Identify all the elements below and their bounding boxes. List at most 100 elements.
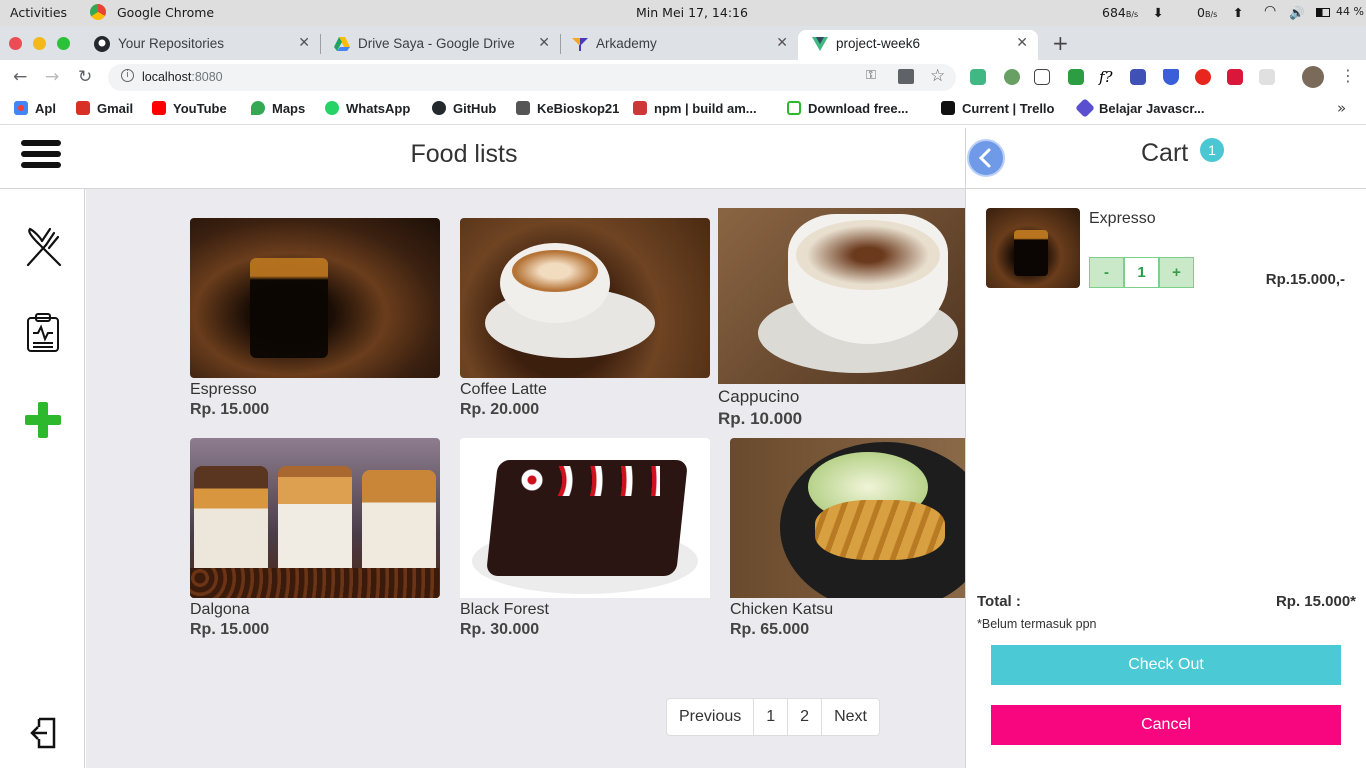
tab-google-drive[interactable]: Drive Saya - Google Drive ✕ <box>320 30 560 60</box>
food-card[interactable]: Cappucino Rp. 10.000 <box>718 208 965 429</box>
total-value: Rp. 15.000* <box>1275 593 1356 610</box>
app-root: Food lists Espresso Rp. 15.000 Coffee La… <box>0 128 1366 768</box>
arkademy-icon <box>572 38 588 51</box>
net-up-speed: 0B/s <box>1197 5 1218 20</box>
cart-back-button[interactable] <box>967 139 1005 177</box>
cart-panel: Cart 1 Expresso - 1 + Rp.15.000,- Total … <box>965 128 1366 768</box>
activities-button[interactable]: Activities <box>10 5 67 20</box>
next-page-button[interactable]: Next <box>822 699 879 735</box>
total-label: Total : <box>977 593 1021 610</box>
stamp-extension-icon[interactable] <box>1130 69 1146 85</box>
bookmark-maps[interactable]: Maps <box>251 101 305 116</box>
star-icon[interactable]: ☆ <box>930 66 945 86</box>
close-tab-icon[interactable]: ✕ <box>1016 34 1028 51</box>
checkout-button[interactable]: Check Out <box>991 645 1341 685</box>
address-bar[interactable]: i localhost:8080 ⚿ ☆ <box>108 64 956 91</box>
close-tab-icon[interactable]: ✕ <box>538 34 550 51</box>
battery-icon[interactable] <box>1316 8 1330 17</box>
system-top-bar: Activities Google Chrome Min Mei 17, 14:… <box>0 0 1366 26</box>
food-price: Rp. 65.000 <box>730 621 810 638</box>
food-image <box>718 208 965 384</box>
clipboard-report-icon[interactable] <box>26 313 60 353</box>
cart-item-image <box>986 208 1080 288</box>
bookmark-trello[interactable]: Current | Trello <box>941 101 1055 116</box>
pagination: Previous 1 2 Next <box>666 698 880 736</box>
color-picker-extension-icon[interactable] <box>1068 69 1084 85</box>
cart-count-badge: 1 <box>1200 138 1224 162</box>
cancel-button[interactable]: Cancel <box>991 705 1341 745</box>
food-image <box>190 438 440 598</box>
food-card[interactable]: Espresso Rp. 15.000 <box>190 218 440 419</box>
bookmark-github[interactable]: GitHub <box>432 101 496 116</box>
json-extension-icon[interactable] <box>1034 69 1050 85</box>
node-extension-icon[interactable] <box>1004 69 1020 85</box>
cart-item-name: Expresso <box>1089 210 1156 227</box>
decrease-qty-button[interactable]: - <box>1089 257 1124 288</box>
url-text: localhost:8080 <box>142 70 223 84</box>
bookmark-youtube[interactable]: YouTube <box>152 101 227 116</box>
food-card[interactable]: Chicken Katsu Rp. 65.000 <box>730 438 965 639</box>
cart-item: Expresso - 1 + <box>986 208 1194 288</box>
opera-extension-icon[interactable] <box>1195 69 1211 85</box>
profile-avatar[interactable] <box>1302 66 1324 88</box>
food-name: Chicken Katsu <box>730 601 834 618</box>
tab-your-repositories[interactable]: Your Repositories ✕ <box>80 30 320 60</box>
function-extension-icon[interactable]: f? <box>1099 69 1115 85</box>
food-card[interactable]: Coffee Latte Rp. 20.000 <box>460 218 710 419</box>
media-extension-icon[interactable] <box>1227 69 1243 85</box>
reload-icon[interactable]: ↻ <box>78 67 92 87</box>
bookmark-kebioskop21[interactable]: KeBioskop21 <box>516 101 619 116</box>
volume-icon[interactable]: 🔊 <box>1289 5 1305 21</box>
new-tab-plus-icon[interactable]: + <box>1052 31 1069 55</box>
bookmark-whatsapp[interactable]: WhatsApp <box>325 101 410 116</box>
food-card[interactable]: Dalgona Rp. 15.000 <box>190 438 440 639</box>
vue-devtools-extension-icon[interactable] <box>970 69 986 85</box>
food-name: Coffee Latte <box>460 381 547 398</box>
tab-project-week6[interactable]: project-week6 ✕ <box>798 30 1038 60</box>
net-down-speed: 684B/s <box>1102 5 1139 20</box>
translate-icon[interactable] <box>898 69 914 84</box>
previous-page-button[interactable]: Previous <box>667 699 755 735</box>
increase-qty-button[interactable]: + <box>1159 257 1194 288</box>
wifi-icon[interactable]: ◠ <box>1264 3 1276 19</box>
back-arrow-icon[interactable]: ← <box>13 67 27 87</box>
food-price: Rp. 15.000 <box>190 401 270 418</box>
add-plus-icon[interactable] <box>23 400 63 440</box>
react-extension-icon[interactable] <box>1259 69 1275 85</box>
forward-arrow-icon[interactable]: → <box>45 67 59 87</box>
app-header: Food lists <box>0 128 965 189</box>
clock[interactable]: Min Mei 17, 14:16 <box>636 5 748 20</box>
battery-percent: 44 % <box>1336 5 1364 18</box>
google-drive-icon <box>334 37 350 51</box>
vue-icon <box>812 37 828 51</box>
food-card[interactable]: Black Forest Rp. 30.000 <box>460 438 710 639</box>
bookmark-npm[interactable]: npm | build am... <box>633 101 757 116</box>
sidebar <box>0 189 85 768</box>
more-bookmarks-icon[interactable]: » <box>1337 99 1346 117</box>
upload-arrow-icon: ⬆ <box>1233 5 1244 20</box>
app-name[interactable]: Google Chrome <box>117 5 214 20</box>
food-price: Rp. 30.000 <box>460 621 540 638</box>
info-icon[interactable]: i <box>121 69 134 82</box>
bookmark-gmail[interactable]: Gmail <box>76 101 133 116</box>
page-2-button[interactable]: 2 <box>788 699 823 735</box>
bookmark-belajar-javascript[interactable]: Belajar Javascr... <box>1075 98 1205 118</box>
close-tab-icon[interactable]: ✕ <box>298 34 310 51</box>
bookmark-apl[interactable]: Apl <box>14 101 56 116</box>
fork-knife-icon[interactable] <box>22 227 64 269</box>
quantity-stepper: - 1 + <box>1089 257 1194 288</box>
cart-item-price: Rp.15.000,- <box>1265 271 1345 288</box>
cart-title: Cart <box>1141 139 1189 167</box>
bookmark-download-free[interactable]: Download free... <box>787 101 908 116</box>
more-vertical-icon[interactable]: ⋮ <box>1340 66 1356 85</box>
shield-extension-icon[interactable] <box>1163 69 1179 85</box>
close-tab-icon[interactable]: ✕ <box>776 34 788 51</box>
key-icon[interactable]: ⚿ <box>866 68 876 83</box>
food-price: Rp. 10.000 <box>718 409 803 428</box>
page-1-button[interactable]: 1 <box>754 699 789 735</box>
window-close-button[interactable] <box>9 37 22 50</box>
tab-arkademy[interactable]: Arkademy ✕ <box>558 30 798 60</box>
window-minimize-button[interactable] <box>33 37 46 50</box>
window-maximize-button[interactable] <box>57 37 70 50</box>
logout-icon[interactable] <box>29 717 57 749</box>
